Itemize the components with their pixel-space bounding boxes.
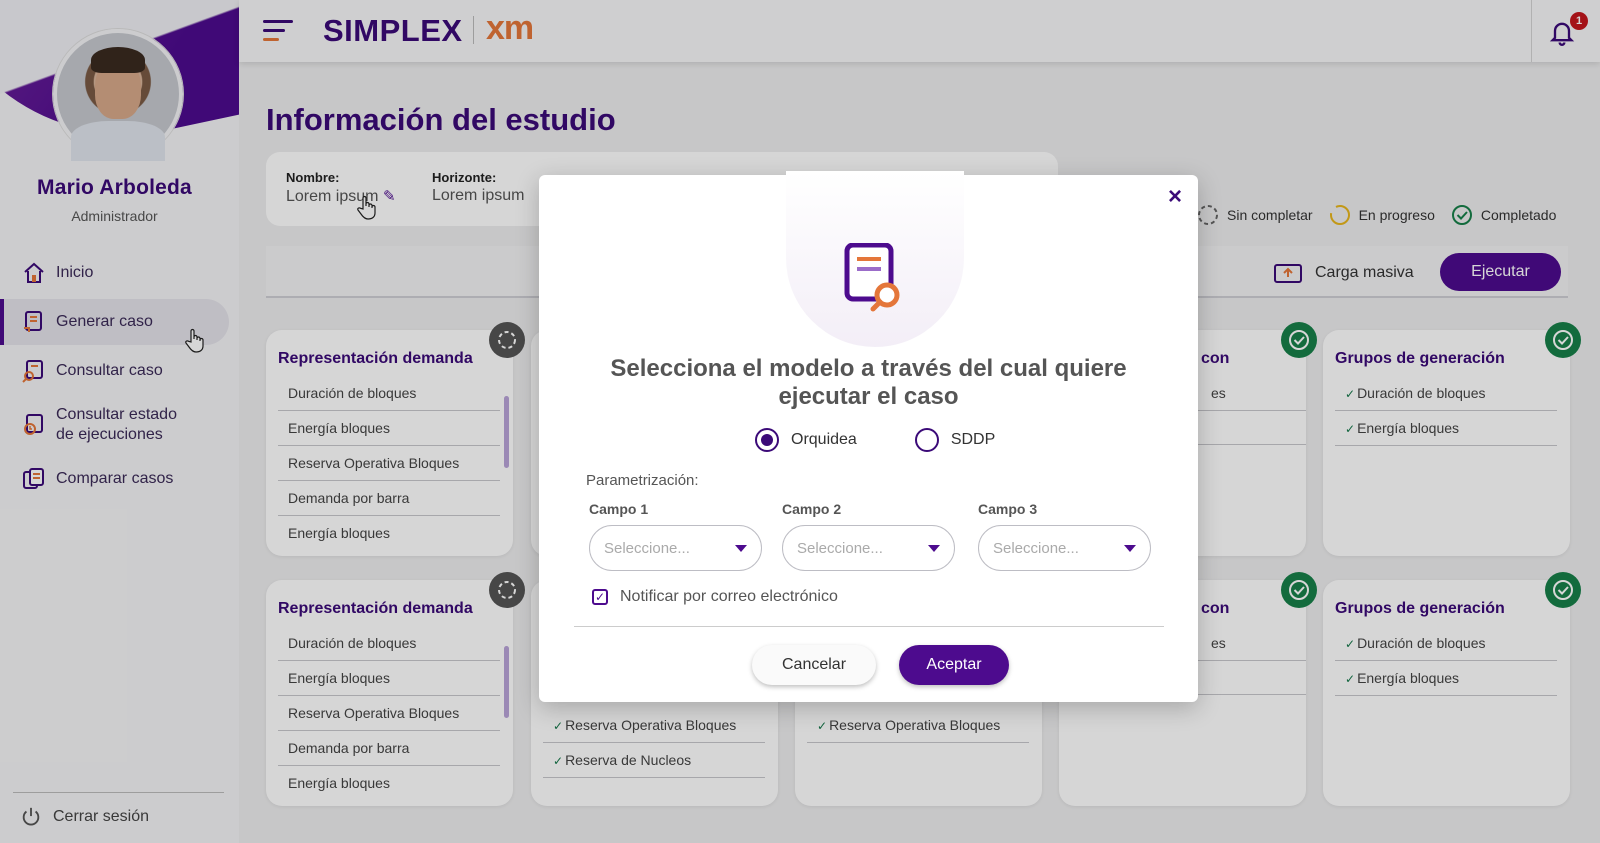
model-radio-group: Orquidea SDDP bbox=[755, 428, 995, 452]
radio-unchecked-icon bbox=[914, 428, 939, 452]
model-selection-dialog: × Selecciona el modelo a través del cual… bbox=[539, 171, 1198, 702]
accept-button[interactable]: Aceptar bbox=[899, 645, 1009, 685]
field-campo-3: Campo 3 Seleccione... bbox=[978, 501, 1151, 571]
close-icon[interactable]: × bbox=[1168, 185, 1182, 209]
radio-sddp[interactable]: SDDP bbox=[914, 428, 995, 452]
chevron-down-icon bbox=[928, 544, 940, 552]
chevron-down-icon bbox=[1124, 544, 1136, 552]
field-campo-2: Campo 2 Seleccione... bbox=[782, 501, 955, 571]
field-campo-1: Campo 1 Seleccione... bbox=[589, 501, 762, 571]
notify-email-checkbox[interactable]: ✓ Notificar por correo electrónico bbox=[592, 588, 838, 606]
checkbox-checked-icon: ✓ bbox=[592, 589, 608, 605]
campo-3-select[interactable]: Seleccione... bbox=[978, 525, 1151, 571]
radio-orquidea[interactable]: Orquidea bbox=[755, 428, 857, 452]
dialog-title: Selecciona el modelo a través del cual q… bbox=[610, 355, 1127, 410]
campo-1-select[interactable]: Seleccione... bbox=[589, 525, 762, 571]
cancel-button[interactable]: Cancelar bbox=[752, 645, 876, 685]
parametrization-label: Parametrización: bbox=[586, 472, 699, 489]
radio-checked-icon bbox=[755, 428, 779, 452]
divider bbox=[574, 626, 1164, 627]
chevron-down-icon bbox=[735, 544, 747, 552]
campo-2-select[interactable]: Seleccione... bbox=[782, 525, 955, 571]
document-search-icon bbox=[843, 242, 907, 315]
